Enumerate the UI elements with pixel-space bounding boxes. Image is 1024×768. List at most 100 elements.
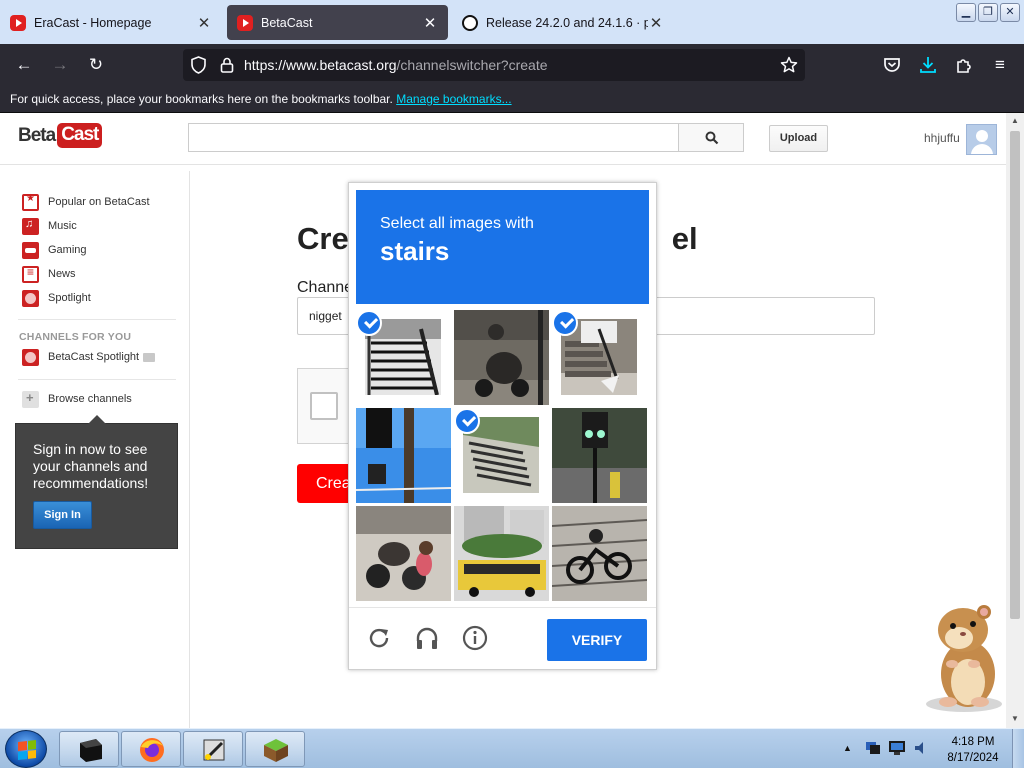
sidebar-item-label: Gaming — [48, 244, 87, 256]
menu-icon[interactable]: ≡ — [989, 54, 1011, 76]
sidebar-item-label: BetaCast Spotlight — [48, 351, 140, 363]
sidebar-item-label: News — [48, 268, 76, 280]
pocket-icon[interactable] — [881, 54, 903, 76]
captcha-tile-stairs[interactable] — [552, 310, 647, 405]
back-arrow-icon[interactable]: ← — [13, 54, 35, 76]
hamster-sticker — [926, 605, 1002, 712]
close-window-icon[interactable]: ✕ — [1000, 3, 1020, 22]
search-icon — [705, 131, 719, 145]
sidebar-item-music[interactable]: Music — [22, 217, 77, 235]
captcha-tile-motorcycle[interactable] — [552, 506, 647, 601]
volume-icon[interactable] — [912, 739, 930, 757]
recaptcha-checkbox[interactable] — [310, 392, 338, 420]
sidebar-divider — [18, 379, 176, 380]
bookmark-star-icon[interactable] — [780, 56, 798, 74]
sidebar-item-gaming[interactable]: Gaming — [22, 241, 87, 259]
sidebar: Popular on BetaCast Music Gaming News Sp… — [0, 171, 190, 728]
signin-button[interactable]: Sign In — [33, 501, 92, 529]
restore-icon[interactable]: ❐ — [978, 3, 998, 22]
sidebar-item-label: Music — [48, 220, 77, 232]
sidebar-item-news[interactable]: News — [22, 265, 76, 283]
sidebar-item-spotlight[interactable]: Spotlight — [22, 289, 91, 307]
sidebar-item-popular[interactable]: Popular on BetaCast — [22, 193, 150, 211]
traffic-light-image — [356, 408, 451, 503]
betacast-logo[interactable]: Beta Cast — [18, 123, 103, 148]
taskbar-clock[interactable]: 4:18 PM 8/17/2024 — [940, 734, 1006, 766]
selected-check-icon — [552, 310, 578, 336]
logo-text-beta: Beta — [18, 124, 56, 146]
plus-circle-icon — [22, 390, 39, 408]
reload-icon[interactable]: ↻ — [85, 54, 107, 76]
channels-heading: CHANNELS FOR YOU — [19, 331, 132, 343]
display-icon[interactable] — [864, 739, 882, 757]
sidebar-item-label: Spotlight — [48, 292, 91, 304]
reload-icon[interactable] — [366, 625, 392, 651]
site-header: Beta Cast Upload hhjuffu — [0, 113, 1006, 165]
spotlight-icon — [22, 289, 39, 307]
taskbar-app-firefox[interactable] — [121, 731, 181, 767]
captcha-tile-stairs[interactable] — [356, 310, 451, 405]
address-bar[interactable]: https://www.betacast.org/channelswitcher… — [183, 49, 805, 81]
captcha-tile-motorcycle[interactable] — [356, 506, 451, 601]
info-icon[interactable] — [462, 625, 488, 651]
captcha-tile-stairs[interactable] — [454, 408, 549, 503]
star-icon — [22, 193, 39, 211]
taskbar-app-paint[interactable] — [183, 731, 243, 767]
verify-button[interactable]: VERIFY — [547, 619, 647, 661]
clock-time: 4:18 PM — [951, 736, 995, 748]
sidebar-item-betacast-spotlight[interactable]: BetaCast Spotlight — [22, 348, 156, 366]
network-icon[interactable] — [888, 739, 906, 757]
upload-button[interactable]: Upload — [769, 125, 828, 152]
show-desktop-button[interactable] — [1012, 729, 1024, 768]
close-icon[interactable]: ✕ — [648, 14, 664, 32]
windows-taskbar: ▲ 4:18 PM 8/17/2024 — [0, 728, 1024, 768]
selected-check-icon — [454, 408, 480, 434]
captcha-tile-traffic-light[interactable] — [356, 408, 451, 503]
page-scrollbar[interactable]: ▲ ▼ — [1006, 113, 1024, 728]
avatar[interactable] — [966, 124, 997, 155]
tab-eracast[interactable]: EraCast - Homepage ✕ — [0, 5, 222, 40]
captcha-tile-motorcycle[interactable] — [454, 310, 549, 405]
tray-expand-icon[interactable]: ▲ — [843, 743, 852, 753]
clock-date: 8/17/2024 — [947, 752, 999, 764]
start-button[interactable] — [5, 730, 47, 768]
minimize-icon[interactable]: ▁ — [956, 3, 976, 22]
captcha-instructions: Select all images with stairs — [356, 190, 649, 304]
scrollbar-thumb[interactable] — [1010, 131, 1020, 619]
black-app-icon — [80, 739, 102, 762]
close-icon[interactable]: ✕ — [196, 14, 212, 32]
tab-github-release[interactable]: Release 24.2.0 and 24.1.6 · pal10 ✕ — [452, 5, 674, 40]
site-search-input[interactable] — [188, 123, 679, 152]
lock-icon[interactable] — [220, 57, 234, 73]
downloads-icon[interactable] — [917, 54, 939, 76]
taskbar-app-grass-block[interactable] — [245, 731, 305, 767]
close-icon[interactable]: ✕ — [422, 14, 438, 32]
page-title-left: Cre — [297, 221, 349, 256]
shield-icon[interactable] — [190, 56, 207, 74]
forward-arrow-icon[interactable]: → — [49, 54, 71, 76]
scroll-down-icon[interactable]: ▼ — [1006, 714, 1024, 723]
sidebar-divider — [18, 319, 176, 320]
sidebar-item-browse-channels[interactable]: Browse channels — [22, 390, 132, 408]
signin-prompt-box: Sign in now to see your channels and rec… — [15, 415, 178, 549]
captcha-tile-traffic-light[interactable] — [552, 408, 647, 503]
tab-title: Release 24.2.0 and 24.1.6 · pal10 — [486, 15, 648, 30]
motorcycle-image — [356, 506, 451, 601]
manage-bookmarks-link[interactable]: Manage bookmarks... — [396, 92, 511, 106]
scroll-up-icon[interactable]: ▲ — [1006, 116, 1024, 125]
audio-icon[interactable] — [414, 625, 440, 651]
username[interactable]: hhjuffu — [924, 131, 960, 145]
motorcycle-image — [552, 506, 647, 601]
page-title-right: el — [671, 221, 698, 256]
window-controls: ▁ ❐ ✕ — [956, 3, 1020, 22]
bus-image — [454, 506, 549, 601]
extensions-icon[interactable] — [953, 54, 975, 76]
tab-betacast[interactable]: BetaCast ✕ — [227, 5, 448, 40]
signin-prompt-text: Sign in now to see your channels and rec… — [33, 441, 149, 491]
red-play-icon — [10, 14, 26, 31]
taskbar-app-black[interactable] — [59, 731, 119, 767]
traffic-light-image — [552, 408, 647, 503]
search-button[interactable] — [678, 123, 744, 152]
captcha-tile-bus[interactable] — [454, 506, 549, 601]
url-host: https://www.betacast.org — [244, 57, 397, 73]
